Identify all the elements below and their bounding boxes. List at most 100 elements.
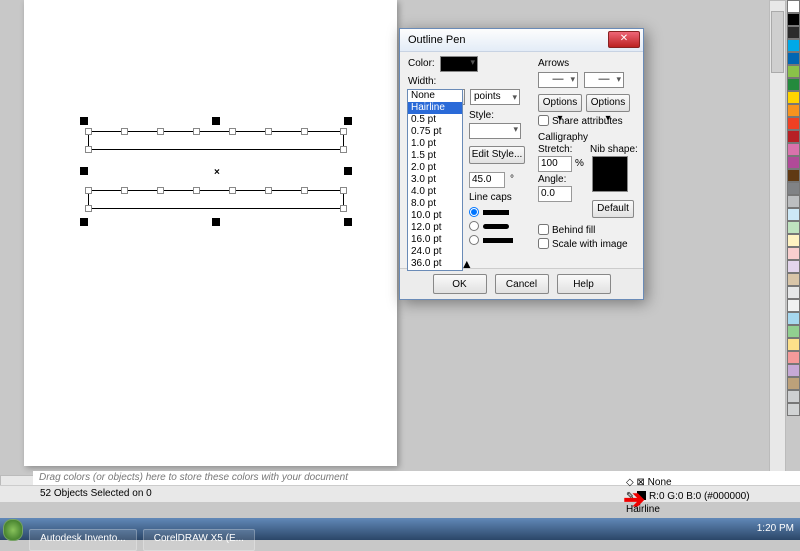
width-option[interactable]: 2.0 pt <box>408 162 462 174</box>
selection-handle[interactable] <box>80 167 88 175</box>
object-node[interactable] <box>340 205 347 212</box>
width-option[interactable]: 24.0 pt <box>408 246 462 258</box>
palette-swatch[interactable] <box>787 364 800 377</box>
arrow-start-select[interactable]: — <box>538 72 578 88</box>
default-button[interactable]: Default <box>592 200 634 218</box>
linecap-square[interactable] <box>469 235 513 247</box>
palette-swatch[interactable] <box>787 273 800 286</box>
width-dropdown-list[interactable]: NoneHairline0.5 pt0.75 pt1.0 pt1.5 pt2.0… <box>407 89 463 271</box>
linecap-round[interactable] <box>469 221 513 233</box>
palette-swatch[interactable] <box>787 299 800 312</box>
width-option[interactable]: 36.0 pt <box>408 258 462 270</box>
palette-swatch[interactable] <box>787 338 800 351</box>
palette-swatch[interactable] <box>787 156 800 169</box>
share-attributes-check[interactable]: Share attributes <box>538 115 623 127</box>
width-option[interactable]: 0.5 pt <box>408 114 462 126</box>
color-palette[interactable] <box>787 0 800 478</box>
width-option[interactable]: 4.0 pt <box>408 186 462 198</box>
object-node[interactable] <box>229 187 236 194</box>
palette-swatch[interactable] <box>787 182 800 195</box>
object-node[interactable] <box>265 128 272 135</box>
selection-handle[interactable] <box>80 117 88 125</box>
ok-button[interactable]: OK <box>433 274 487 294</box>
object-node[interactable] <box>157 187 164 194</box>
palette-swatch[interactable] <box>787 260 800 273</box>
arrow-end-select[interactable]: — <box>584 72 624 88</box>
palette-swatch[interactable] <box>787 104 800 117</box>
arrow-end-options[interactable]: Options ▾ <box>586 94 630 112</box>
stretch-input[interactable]: 100 <box>538 156 572 172</box>
object-node[interactable] <box>157 128 164 135</box>
vertical-scrollbar[interactable] <box>769 0 786 477</box>
width-option[interactable]: Hairline <box>408 102 462 114</box>
object-node[interactable] <box>301 187 308 194</box>
scroll-thumb[interactable] <box>771 11 784 73</box>
object-node[interactable] <box>340 187 347 194</box>
width-option[interactable]: None <box>408 90 462 102</box>
object-node[interactable] <box>340 128 347 135</box>
object-node[interactable] <box>85 128 92 135</box>
palette-swatch[interactable] <box>787 312 800 325</box>
angle-input[interactable]: 0.0 <box>538 186 572 202</box>
selection-handle[interactable] <box>212 218 220 226</box>
edit-style-button[interactable]: Edit Style... <box>469 146 525 164</box>
palette-swatch[interactable] <box>787 208 800 221</box>
object-node[interactable] <box>340 146 347 153</box>
drawing-canvas[interactable]: × <box>24 0 397 466</box>
object-node[interactable] <box>229 128 236 135</box>
object-node[interactable] <box>85 205 92 212</box>
palette-swatch[interactable] <box>787 247 800 260</box>
palette-swatch[interactable] <box>787 130 800 143</box>
palette-swatch[interactable] <box>787 26 800 39</box>
palette-swatch[interactable] <box>787 143 800 156</box>
palette-swatch[interactable] <box>787 390 800 403</box>
width-option[interactable]: 8.0 pt <box>408 198 462 210</box>
palette-swatch[interactable] <box>787 195 800 208</box>
selection-handle[interactable] <box>344 167 352 175</box>
help-button[interactable]: Help <box>557 274 611 294</box>
selection-handle[interactable] <box>80 218 88 226</box>
palette-swatch[interactable] <box>787 234 800 247</box>
object-node[interactable] <box>85 187 92 194</box>
object-node[interactable] <box>193 128 200 135</box>
palette-swatch[interactable] <box>787 221 800 234</box>
object-node[interactable] <box>301 128 308 135</box>
arrow-start-options[interactable]: Options ▾ <box>538 94 582 112</box>
fill-outline-indicator[interactable]: ◇ ⊠ None ✎ R:0 G:0 B:0 (#000000) Hairlin… <box>626 476 786 516</box>
palette-swatch[interactable] <box>787 351 800 364</box>
close-button[interactable]: ✕ <box>608 31 640 48</box>
object-node[interactable] <box>265 187 272 194</box>
dialog-titlebar[interactable]: Outline Pen ✕ <box>400 29 643 52</box>
color-picker[interactable] <box>440 56 478 72</box>
width-option[interactable]: 10.0 pt <box>408 210 462 222</box>
miter-limit-input[interactable]: 45.0 <box>469 172 505 188</box>
palette-swatch[interactable] <box>787 13 800 26</box>
taskbar-app[interactable]: Autodesk Invento... <box>29 529 137 551</box>
object-node[interactable] <box>121 187 128 194</box>
palette-swatch[interactable] <box>787 377 800 390</box>
palette-swatch[interactable] <box>787 403 800 416</box>
object-node[interactable] <box>85 146 92 153</box>
taskbar-app[interactable]: CorelDRAW X5 (E... <box>143 529 255 551</box>
width-option[interactable]: 16.0 pt <box>408 234 462 246</box>
behind-fill-check[interactable]: Behind fill <box>538 224 595 236</box>
selection-handle[interactable] <box>344 117 352 125</box>
selection-handle[interactable] <box>344 218 352 226</box>
cancel-button[interactable]: Cancel <box>495 274 549 294</box>
width-option[interactable]: 12.0 pt <box>408 222 462 234</box>
taskbar-clock[interactable]: 1:20 PM <box>757 518 794 540</box>
palette-swatch[interactable] <box>787 0 800 13</box>
object-node[interactable] <box>121 128 128 135</box>
width-option[interactable]: 1.5 pt <box>408 150 462 162</box>
palette-swatch[interactable] <box>787 91 800 104</box>
palette-swatch[interactable] <box>787 65 800 78</box>
palette-swatch[interactable] <box>787 78 800 91</box>
palette-swatch[interactable] <box>787 169 800 182</box>
object-node[interactable] <box>193 187 200 194</box>
palette-swatch[interactable] <box>787 52 800 65</box>
width-option[interactable]: 3.0 pt <box>408 174 462 186</box>
width-option[interactable]: 1.0 pt <box>408 138 462 150</box>
windows-taskbar[interactable]: Autodesk Invento... CorelDRAW X5 (E... 1… <box>0 518 800 540</box>
palette-swatch[interactable] <box>787 39 800 52</box>
width-option[interactable]: 0.75 pt <box>408 126 462 138</box>
